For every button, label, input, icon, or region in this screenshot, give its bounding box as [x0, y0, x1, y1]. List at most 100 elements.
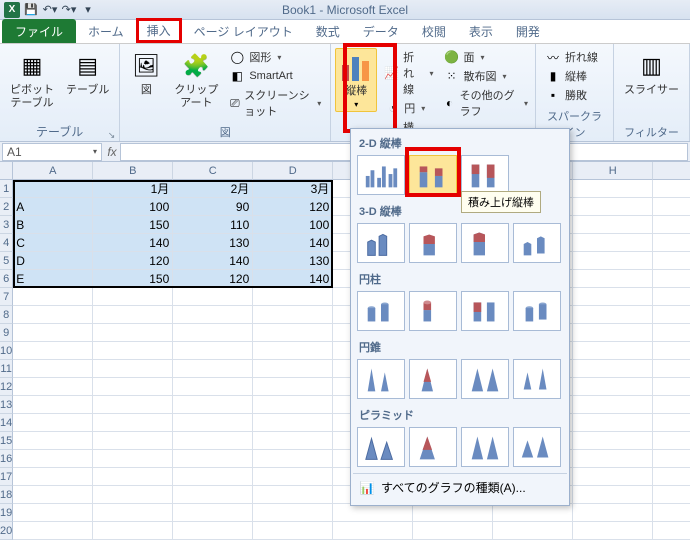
cell[interactable] — [333, 504, 413, 522]
chart-2d-100stacked[interactable] — [461, 155, 509, 195]
cell[interactable] — [653, 216, 690, 234]
cell[interactable] — [253, 450, 333, 468]
cell[interactable] — [253, 360, 333, 378]
row-header[interactable]: 7 — [0, 288, 13, 306]
cell[interactable] — [13, 432, 93, 450]
cell[interactable] — [573, 432, 653, 450]
row-header[interactable]: 14 — [0, 414, 13, 432]
cell[interactable] — [253, 306, 333, 324]
cell[interactable] — [253, 396, 333, 414]
cell[interactable] — [93, 486, 173, 504]
cell[interactable]: A — [13, 198, 93, 216]
cell[interactable] — [573, 234, 653, 252]
cell[interactable] — [653, 270, 690, 288]
row-header[interactable]: 8 — [0, 306, 13, 324]
cell[interactable]: 140 — [253, 234, 333, 252]
cell[interactable]: C — [13, 234, 93, 252]
cell[interactable] — [573, 306, 653, 324]
cell[interactable] — [653, 450, 690, 468]
row-header[interactable]: 13 — [0, 396, 13, 414]
scatter-chart-button[interactable]: ⁙散布図▾ — [440, 67, 531, 85]
column-header[interactable]: C — [173, 162, 253, 180]
cell[interactable] — [413, 504, 493, 522]
row-header[interactable]: 4 — [0, 234, 13, 252]
cell[interactable] — [93, 522, 173, 540]
cell[interactable] — [573, 396, 653, 414]
cell[interactable] — [253, 432, 333, 450]
cell[interactable] — [173, 450, 253, 468]
name-box[interactable]: A1▾ — [2, 143, 102, 161]
cell[interactable] — [173, 342, 253, 360]
row-header[interactable]: 2 — [0, 198, 13, 216]
cell[interactable] — [13, 360, 93, 378]
tab-pagelayout[interactable]: ページ レイアウト — [183, 19, 304, 43]
clipart-button[interactable]: 🧩 クリップ アート — [170, 48, 222, 112]
cell[interactable] — [173, 306, 253, 324]
cell[interactable] — [653, 432, 690, 450]
cell[interactable]: 3月 — [253, 180, 333, 198]
table-button[interactable]: ▤ テーブル — [62, 48, 113, 99]
cell[interactable] — [573, 522, 653, 540]
cell[interactable] — [93, 432, 173, 450]
cell[interactable] — [253, 504, 333, 522]
cell[interactable] — [653, 414, 690, 432]
cell[interactable] — [653, 198, 690, 216]
sparkline-column-button[interactable]: ▮縦棒 — [542, 67, 601, 85]
chart-pyr-100stacked[interactable] — [461, 427, 509, 467]
cell[interactable] — [93, 306, 173, 324]
cell[interactable] — [13, 324, 93, 342]
chart-2d-clustered[interactable] — [357, 155, 405, 195]
cell[interactable]: 140 — [253, 270, 333, 288]
cell[interactable] — [93, 324, 173, 342]
cell[interactable] — [653, 504, 690, 522]
cell[interactable] — [13, 468, 93, 486]
chart-cyl-100stacked[interactable] — [461, 291, 509, 331]
cell[interactable] — [13, 288, 93, 306]
cell[interactable]: 120 — [253, 198, 333, 216]
cell[interactable] — [93, 504, 173, 522]
column-chart-button[interactable]: 縦棒 ▾ — [335, 48, 377, 112]
tab-formulas[interactable]: 数式 — [305, 19, 351, 43]
cell[interactable] — [173, 396, 253, 414]
cell[interactable] — [573, 504, 653, 522]
tab-data[interactable]: データ — [352, 19, 410, 43]
select-all-corner[interactable] — [0, 162, 13, 180]
cell[interactable] — [653, 360, 690, 378]
chart-cyl-stacked[interactable] — [409, 291, 457, 331]
cell[interactable]: 100 — [93, 198, 173, 216]
cell[interactable] — [573, 180, 653, 198]
cell[interactable] — [573, 414, 653, 432]
cell[interactable]: D — [13, 252, 93, 270]
cell[interactable] — [173, 360, 253, 378]
chart-cyl-3d[interactable] — [513, 291, 561, 331]
cell[interactable] — [13, 522, 93, 540]
row-header[interactable]: 10 — [0, 342, 13, 360]
row-header[interactable]: 17 — [0, 468, 13, 486]
cell[interactable] — [653, 378, 690, 396]
cell[interactable] — [13, 180, 93, 198]
column-header[interactable]: I — [653, 162, 690, 180]
chart-pyr-3d[interactable] — [513, 427, 561, 467]
cell[interactable] — [573, 360, 653, 378]
row-header[interactable]: 18 — [0, 486, 13, 504]
cell[interactable] — [13, 414, 93, 432]
cell[interactable] — [13, 378, 93, 396]
cell[interactable] — [253, 486, 333, 504]
cell[interactable] — [573, 342, 653, 360]
other-chart-button[interactable]: ◐その他のグラフ▾ — [440, 86, 531, 120]
all-chart-types[interactable]: 📊 すべてのグラフの種類(A)... — [353, 473, 567, 501]
cell[interactable] — [573, 288, 653, 306]
cell[interactable]: 100 — [253, 216, 333, 234]
cell[interactable] — [653, 468, 690, 486]
chart-pyr-clustered[interactable] — [357, 427, 405, 467]
cell[interactable] — [653, 486, 690, 504]
cell[interactable]: 150 — [93, 216, 173, 234]
cell[interactable]: B — [13, 216, 93, 234]
row-header[interactable]: 1 — [0, 180, 13, 198]
cell[interactable]: 2月 — [173, 180, 253, 198]
shapes-button[interactable]: ◯図形▾ — [226, 48, 324, 66]
cell[interactable] — [573, 450, 653, 468]
area-chart-button[interactable]: 🟢面▾ — [440, 48, 531, 66]
cell[interactable]: 130 — [253, 252, 333, 270]
row-header[interactable]: 3 — [0, 216, 13, 234]
